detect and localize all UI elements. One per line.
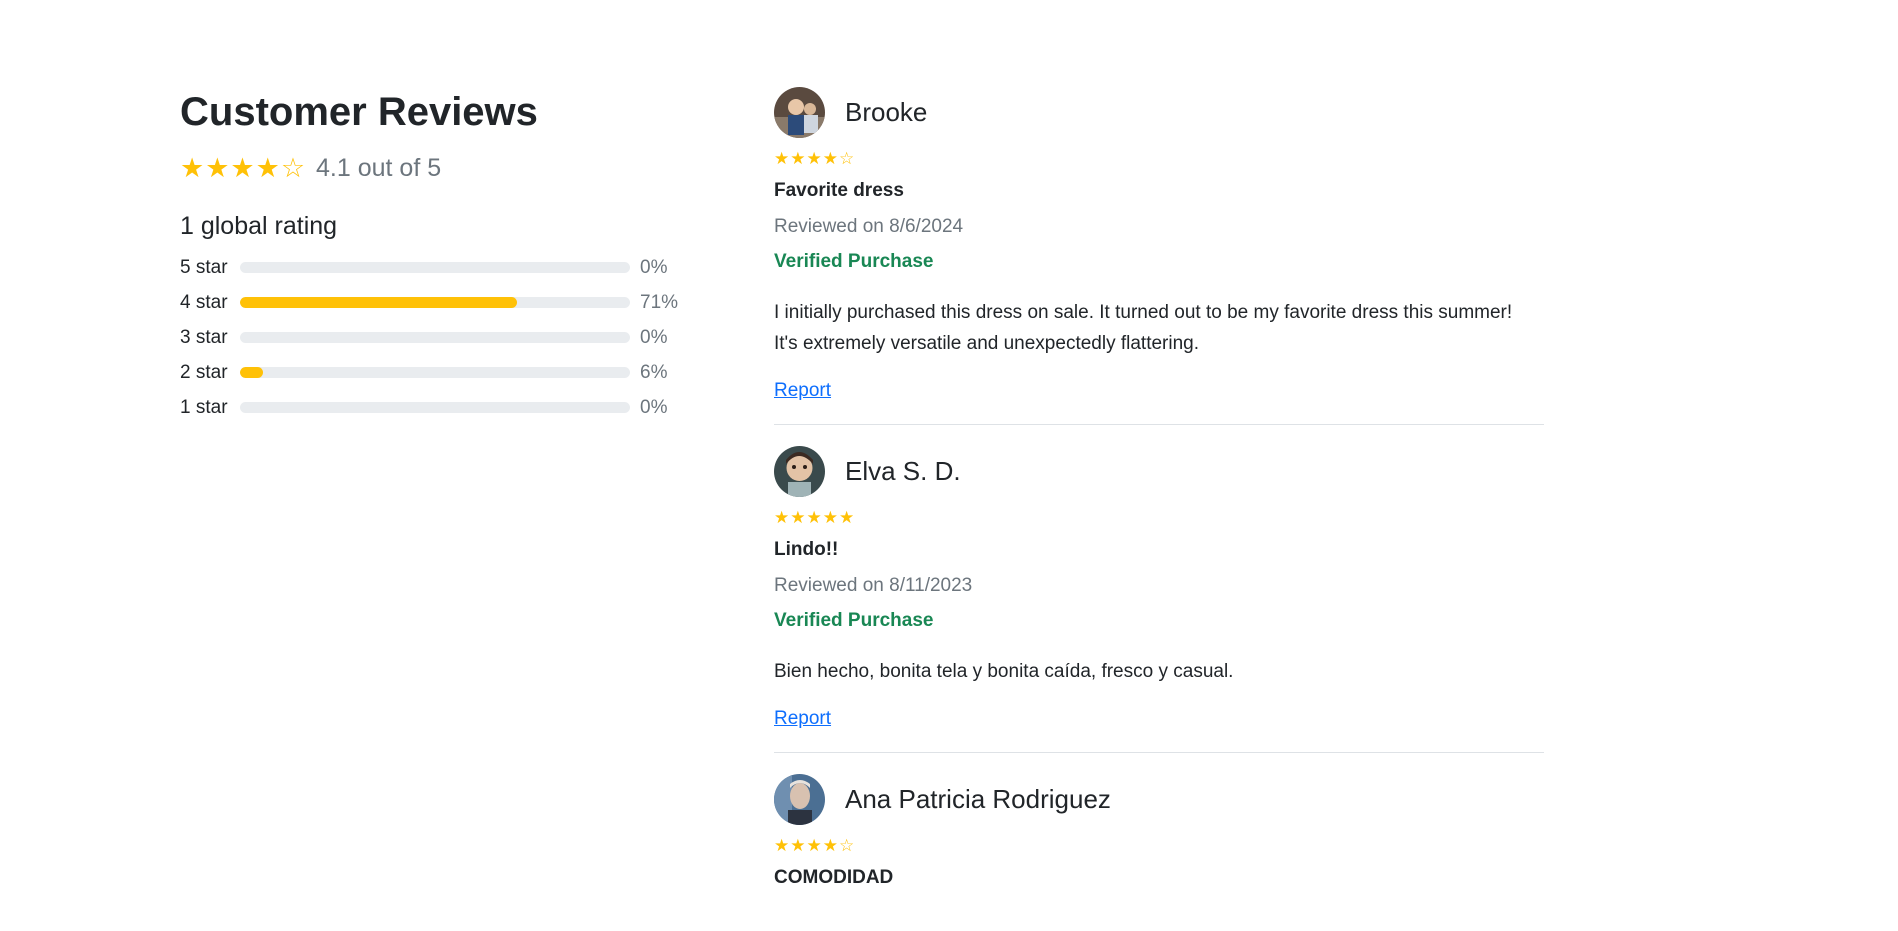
reviews-page: Customer Reviews ★★★★☆ 4.1 out of 5 1 gl… — [0, 0, 1898, 917]
verified-purchase-badge: Verified Purchase — [774, 251, 934, 272]
reviewer: Brooke — [774, 86, 1544, 138]
reviewer: Elva S. D. — [774, 445, 1544, 497]
histogram-track — [240, 402, 630, 413]
review-item: Brooke ★★★★☆ Favorite dress Reviewed on … — [774, 86, 1544, 425]
report-link[interactable]: Report — [774, 706, 831, 732]
histogram-track — [240, 332, 630, 343]
reviewer-name: Brooke — [845, 96, 928, 127]
histogram-track — [240, 262, 630, 273]
review-stars: ★★★★★ — [774, 508, 856, 527]
average-rating: ★★★★☆ 4.1 out of 5 — [180, 152, 680, 184]
review-title: COMODIDAD — [774, 867, 894, 888]
reviewer: Ana Patricia Rodriguez — [774, 773, 1544, 825]
histogram-track — [240, 367, 630, 378]
histogram-label: 3 star — [180, 326, 228, 348]
average-rating-text: 4.1 out of 5 — [316, 153, 442, 182]
histogram-label: 2 star — [180, 361, 228, 383]
review-date: Reviewed on 8/6/2024 — [774, 216, 964, 237]
global-rating-count: 1 global rating — [180, 212, 338, 240]
histogram-row-1[interactable]: 1 star 0% — [180, 390, 680, 425]
histogram-row-2[interactable]: 2 star 6% — [180, 355, 680, 390]
rating-histogram: 5 star 0% 4 star 71% 3 star 0% 2 star 6%… — [180, 250, 680, 425]
histogram-row-3[interactable]: 3 star 0% — [180, 320, 680, 355]
avatar — [774, 773, 825, 825]
histogram-label: 5 star — [180, 256, 228, 278]
review-date: Reviewed on 8/11/2023 — [774, 575, 973, 596]
page-title: Customer Reviews — [180, 90, 538, 134]
review-item: Elva S. D. ★★★★★ Lindo!! Reviewed on 8/1… — [774, 445, 1544, 753]
review-stars: ★★★★☆ — [774, 836, 856, 855]
average-stars: ★★★★☆ — [180, 153, 307, 183]
histogram-row-4[interactable]: 4 star 71% — [180, 285, 680, 320]
histogram-percent: 6% — [640, 361, 668, 383]
histogram-row-5[interactable]: 5 star 0% — [180, 250, 680, 285]
review-body: I initially purchased this dress on sale… — [774, 302, 1513, 354]
histogram-track — [240, 297, 630, 308]
review-title: Favorite dress — [774, 180, 904, 201]
histogram-percent: 0% — [640, 326, 668, 348]
review-list: Brooke ★★★★☆ Favorite dress Reviewed on … — [774, 86, 1544, 931]
reviewer-name: Ana Patricia Rodriguez — [845, 783, 1111, 814]
review-body: Bien hecho, bonita tela y bonita caída, … — [774, 661, 1234, 682]
ratings-summary: Customer Reviews ★★★★☆ 4.1 out of 5 1 gl… — [180, 88, 680, 425]
review-title: Lindo!! — [774, 539, 839, 560]
reviewer-name: Elva S. D. — [845, 455, 961, 486]
avatar — [774, 86, 825, 138]
histogram-percent: 71% — [640, 291, 679, 313]
review-item: Ana Patricia Rodriguez ★★★★☆ COMODIDAD — [774, 773, 1544, 911]
histogram-fill — [240, 297, 517, 308]
histogram-percent: 0% — [640, 256, 668, 278]
histogram-fill — [240, 367, 264, 378]
avatar — [774, 445, 825, 497]
histogram-label: 1 star — [180, 396, 228, 418]
verified-purchase-badge: Verified Purchase — [774, 610, 934, 631]
report-link[interactable]: Report — [774, 378, 831, 404]
histogram-label: 4 star — [180, 291, 228, 313]
histogram-percent: 0% — [640, 396, 668, 418]
review-stars: ★★★★☆ — [774, 149, 856, 168]
